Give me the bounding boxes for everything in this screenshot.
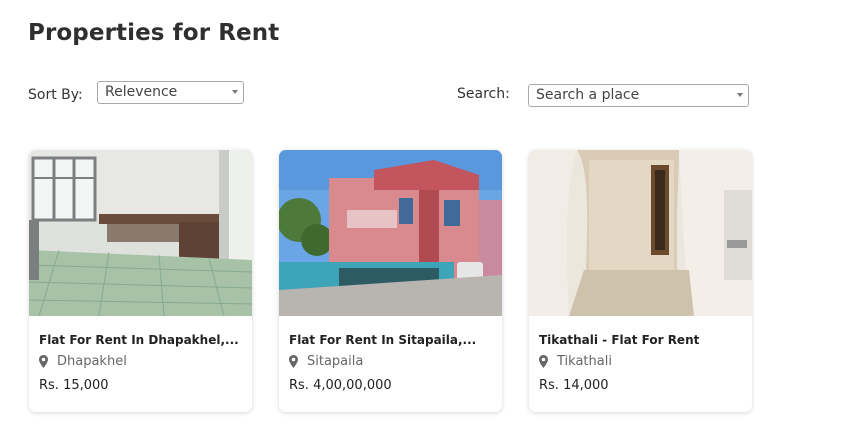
listing-card[interactable]: Flat For Rent In Dhapakhel,... Dhapakhel… — [29, 150, 252, 412]
listing-location: Dhapakhel — [39, 353, 127, 369]
listing-photo[interactable] — [529, 150, 752, 316]
listing-location-text: Tikathali — [557, 353, 612, 369]
map-pin-icon — [539, 354, 548, 368]
page-title: Properties for Rent — [28, 20, 280, 46]
chevron-down-icon — [232, 90, 238, 94]
listing-photo[interactable] — [29, 150, 252, 316]
listing-price: Rs. 15,000 — [39, 378, 109, 393]
listing-price: Rs. 14,000 — [539, 378, 609, 393]
listing-location: Tikathali — [539, 353, 612, 369]
search-place-placeholder: Search a place — [536, 87, 640, 103]
sort-select-value: Relevence — [105, 84, 178, 100]
listing-title[interactable]: Flat For Rent In Sitapaila,... — [289, 333, 494, 347]
listing-card[interactable]: Tikathali - Flat For Rent Tikathali Rs. … — [529, 150, 752, 412]
search-place-select[interactable]: Search a place — [528, 84, 749, 107]
sort-select[interactable]: Relevence — [97, 81, 244, 104]
chevron-down-icon — [737, 93, 743, 97]
sort-label: Sort By: — [28, 87, 83, 103]
map-pin-icon — [39, 354, 48, 368]
listing-price: Rs. 4,00,00,000 — [289, 378, 392, 393]
listing-title[interactable]: Tikathali - Flat For Rent — [539, 333, 744, 347]
listing-location-text: Sitapaila — [307, 353, 364, 369]
listing-location-text: Dhapakhel — [57, 353, 127, 369]
listing-photo[interactable] — [279, 150, 502, 316]
listing-location: Sitapaila — [289, 353, 363, 369]
search-label: Search: — [457, 86, 510, 102]
listing-card[interactable]: Flat For Rent In Sitapaila,... Sitapaila… — [279, 150, 502, 412]
listing-title[interactable]: Flat For Rent In Dhapakhel,... — [39, 333, 244, 347]
map-pin-icon — [289, 354, 298, 368]
